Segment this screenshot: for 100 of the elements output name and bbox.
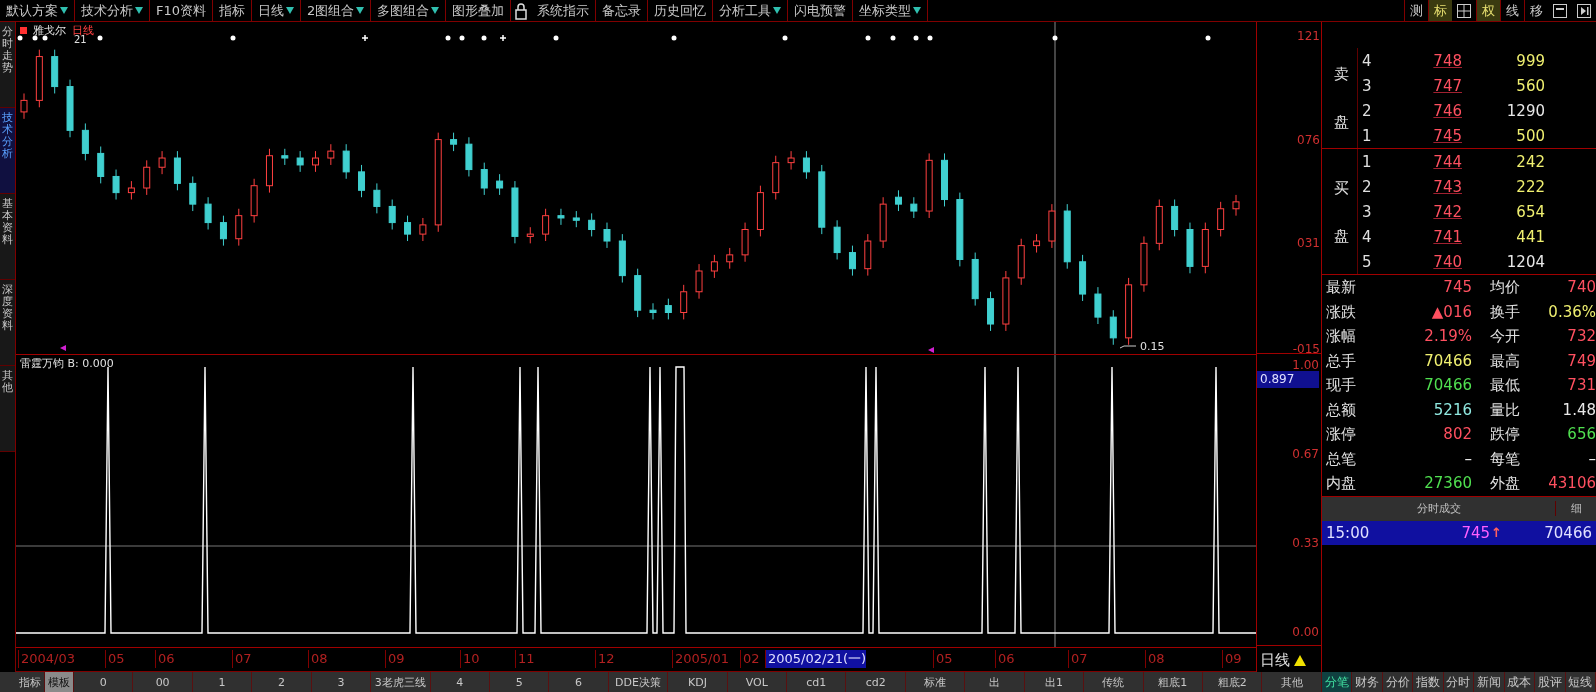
candlestick [511, 180, 519, 244]
candlestick [864, 233, 872, 277]
level-number: 3 [1361, 76, 1373, 95]
volume-value: 560 [1515, 76, 1545, 95]
detail-button[interactable]: 细 [1555, 501, 1596, 516]
panel-tab[interactable]: 成本 [1504, 672, 1536, 692]
stat-label: 量比 [1490, 399, 1520, 421]
price-value: 742 [1432, 202, 1462, 221]
mark-label: 21 [74, 34, 87, 45]
pointer-icon [928, 347, 934, 353]
volume-value: 222 [1515, 177, 1545, 196]
stat-label: 涨跌 [1326, 301, 1356, 323]
volume-value: 1204 [1505, 252, 1545, 271]
side-tab[interactable]: 基本资料 [0, 194, 15, 280]
candlestick [327, 143, 335, 166]
axis-label: 076 [1296, 132, 1320, 147]
template-tab[interactable]: 模板 [45, 672, 74, 692]
tick-row[interactable]: 15:00 745↑ 70466 [1322, 520, 1596, 545]
panel-tab[interactable]: 财务 [1352, 672, 1383, 692]
date-label: 11 [515, 650, 535, 668]
volume-value: 500 [1515, 126, 1545, 145]
panel-tab[interactable]: 指数 [1413, 672, 1444, 692]
candlestick [833, 219, 841, 260]
stat-label: 总手 [1326, 350, 1356, 372]
stat-label: 涨停 [1326, 424, 1356, 445]
side-tab[interactable]: 其他 [0, 366, 15, 452]
caret-icon [60, 7, 68, 14]
panel-tab[interactable]: 股评 [1535, 672, 1566, 692]
current-value-label: 0.897 [1257, 371, 1319, 388]
level-number: 4 [1361, 227, 1373, 246]
level-number: 2 [1361, 101, 1373, 120]
panel-tab[interactable]: 短线 [1565, 672, 1596, 692]
date-label: 2005/02/21(一) [765, 650, 867, 668]
date-label: 06 [995, 650, 1015, 668]
volume-value: 999 [1515, 51, 1545, 70]
stat-value: 802 [1443, 424, 1473, 445]
ticks-header: 分时成交 [1415, 501, 1462, 516]
volume-value: 1290 [1505, 101, 1545, 120]
lock-icon[interactable] [513, 1, 530, 20]
candlestick [710, 254, 718, 279]
candlestick [726, 247, 734, 270]
candlestick [895, 189, 902, 212]
date-label: 07 [1068, 650, 1088, 668]
panel-tab[interactable]: 分时 [1443, 672, 1475, 692]
candlestick [618, 233, 626, 284]
candlestick [20, 92, 28, 120]
candlestick [1002, 270, 1010, 332]
caret-icon [431, 7, 440, 14]
price-value: 747 [1432, 76, 1462, 95]
panel-toggle-icon[interactable] [1576, 2, 1592, 19]
window-icon[interactable] [1552, 2, 1568, 19]
caret-icon [913, 7, 922, 14]
toolbar-tool-button[interactable]: 权 [1476, 0, 1500, 21]
candlestick [97, 146, 105, 184]
grid-icon[interactable] [1456, 2, 1472, 19]
axis-label: 1.00 [1292, 358, 1319, 372]
candlestick [1140, 235, 1148, 293]
period-switch-label[interactable]: 日线 [1260, 650, 1290, 670]
candlestick [1201, 222, 1209, 274]
candlestick [634, 268, 642, 318]
date-label: 12 [595, 650, 615, 668]
stock-icon [20, 26, 27, 34]
candlestick [1017, 238, 1025, 286]
toolbar-tool-button[interactable]: 标 [1428, 0, 1452, 21]
candlestick [1217, 201, 1225, 237]
date-label: 08 [308, 650, 328, 668]
stat-label: 内盘 [1326, 473, 1356, 494]
period-label: 日线 [72, 22, 94, 37]
candlestick [1125, 277, 1133, 346]
stat-value: 1.48 [1562, 399, 1596, 421]
panel-tab[interactable]: 新闻 [1474, 672, 1505, 692]
candlestick [404, 215, 412, 242]
stat-label: 均价 [1490, 277, 1520, 298]
candlestick [1155, 199, 1163, 251]
stat-label: 今开 [1490, 326, 1520, 347]
date-label: 02 [740, 650, 760, 668]
side-tab[interactable]: 技术分析 [0, 108, 15, 194]
panel-tab[interactable]: 分笔 [1322, 672, 1353, 692]
date-label: 2005/01 [672, 650, 729, 668]
stat-value: ▲016 [1431, 301, 1473, 323]
stat-label: 最新 [1326, 277, 1356, 298]
candlestick [235, 208, 243, 247]
candlestick [127, 180, 135, 201]
stat-label: 现手 [1326, 375, 1356, 396]
stat-label: 最高 [1490, 350, 1520, 372]
candlestick [925, 152, 933, 219]
candlestick [941, 152, 948, 207]
tick-price: 745 [1461, 523, 1491, 542]
candlestick [649, 302, 657, 320]
candlestick [1171, 199, 1179, 237]
template-tab[interactable]: 指标 [16, 672, 45, 692]
price-value: 744 [1432, 152, 1462, 171]
side-tab[interactable]: 深度资料 [0, 280, 15, 366]
price-value: 745 [1432, 126, 1462, 145]
axis-label: 0.00 [1292, 625, 1319, 639]
candlestick [51, 49, 59, 94]
candlestick [158, 150, 166, 175]
side-tab[interactable]: 分时走势 [0, 22, 15, 108]
candlestick [465, 136, 473, 177]
date-label: 08 [1145, 650, 1165, 668]
